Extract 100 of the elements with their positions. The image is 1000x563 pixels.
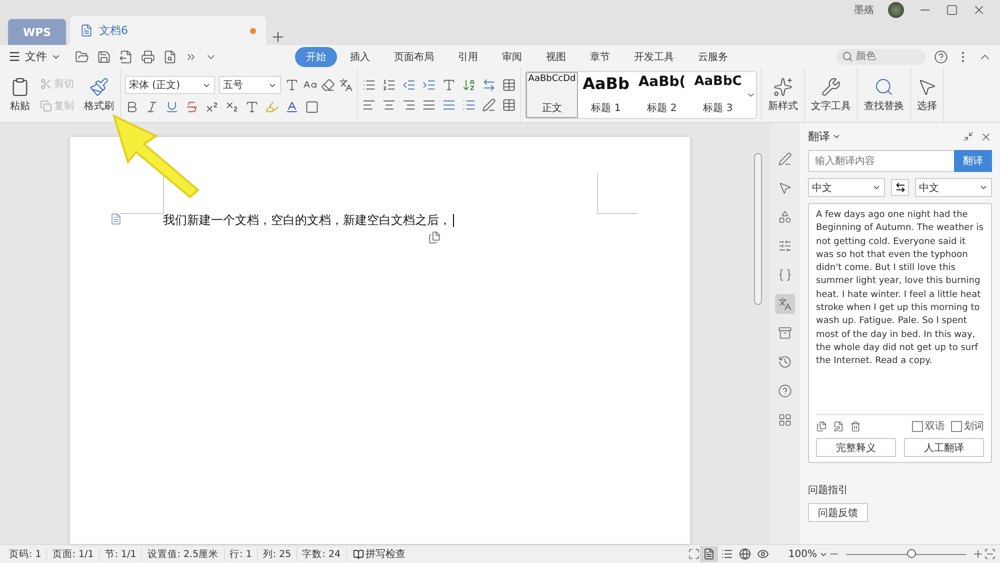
font-select[interactable]: 宋体 (正文) [125, 76, 215, 94]
eraser-icon[interactable] [321, 78, 335, 92]
ribbon-tab[interactable]: 插入 [339, 46, 381, 66]
edit-icon[interactable] [833, 420, 844, 432]
checkbox[interactable] [912, 420, 923, 432]
border-icon[interactable] [502, 98, 516, 112]
font-color-icon[interactable] [285, 100, 299, 114]
caret-icon [979, 183, 988, 192]
ribbon-tab[interactable]: 云服务 [687, 46, 739, 66]
status-item: 行: 1 [224, 548, 258, 560]
fullscreen-icon[interactable] [984, 548, 996, 560]
style-option[interactable]: AaBbCcDd 正文 [526, 72, 578, 118]
indent-icon[interactable] [422, 78, 436, 92]
strikethrough-icon[interactable] [185, 100, 199, 114]
trash-icon[interactable] [850, 420, 861, 432]
menu-icon [8, 50, 21, 63]
search-icon [842, 51, 853, 62]
close-icon[interactable] [980, 130, 992, 142]
ribbon-tab[interactable]: 引用 [447, 46, 489, 66]
status-item: 页面: 1/1 [47, 548, 100, 560]
ribbon-tool-button[interactable]: 新样式 [766, 77, 800, 113]
cursor-icon [917, 77, 937, 97]
paste-options-icon[interactable] [428, 231, 441, 244]
document-icon [80, 24, 93, 37]
subscript-icon[interactable] [225, 100, 239, 114]
close-icon[interactable] [972, 3, 986, 17]
ribbon-tool-button[interactable]: 查找替换 [862, 77, 906, 113]
align-center-icon[interactable] [382, 98, 396, 112]
target-language-select[interactable]: 中文 [915, 178, 992, 197]
font-size-select[interactable]: 五号 [219, 76, 281, 94]
option-checkbox[interactable]: 划词 [951, 419, 984, 433]
search-icon [874, 77, 894, 97]
sort-icon[interactable] [462, 78, 476, 92]
ribbon-tool-button[interactable]: 选择 [915, 77, 939, 113]
superscript-icon[interactable] [205, 100, 219, 114]
wrench-icon [821, 77, 841, 97]
feedback-button[interactable]: 问题反馈 [808, 503, 868, 522]
section-title: 问题指引 [808, 484, 849, 497]
new-tab-icon[interactable] [270, 29, 286, 45]
zoom-in-icon[interactable] [972, 548, 984, 560]
outdent-icon[interactable] [402, 78, 416, 92]
caret-icon [832, 132, 841, 141]
paste-button[interactable]: 粘贴 [8, 77, 32, 113]
source-language-select[interactable]: 中文 [808, 178, 885, 197]
preview-icon[interactable] [163, 50, 177, 64]
style-option[interactable]: AaBb 标题 1 [578, 72, 634, 118]
avatar[interactable] [888, 2, 904, 18]
ribbon-tab[interactable]: 开发工具 [623, 46, 685, 66]
justify-icon[interactable] [422, 98, 436, 112]
distribute-icon[interactable] [442, 98, 456, 112]
panel-title[interactable]: 翻译 [808, 129, 841, 144]
brush-icon [89, 77, 109, 97]
document-tab[interactable]: 文档6 [70, 16, 266, 45]
collapse-panel-icon[interactable] [963, 131, 974, 142]
scissors-icon [40, 78, 52, 90]
export-icon[interactable] [119, 50, 133, 64]
status-item: 设置值: 2.5厘米 [142, 548, 225, 560]
page-view-icon[interactable] [700, 546, 718, 562]
ribbon-tab[interactable]: 章节 [579, 46, 621, 66]
translate-input[interactable]: 输入翻译内容 [808, 150, 954, 172]
numbered-list-icon[interactable] [382, 78, 396, 92]
save-icon[interactable] [97, 50, 111, 64]
ribbon-tool-button[interactable]: 文字工具 [809, 77, 853, 113]
zoom-thumb[interactable] [906, 549, 916, 558]
action-button[interactable]: 人工翻译 [904, 438, 984, 457]
fit-icon[interactable] [688, 548, 700, 560]
file-menu[interactable]: 文件 [8, 49, 61, 64]
help-icon[interactable] [934, 50, 948, 64]
document-text: 我们新建一个文档，空白的文档，新建空白文档之后， [163, 212, 454, 229]
ribbon-tab[interactable]: 视图 [535, 46, 577, 66]
format-painter-button[interactable]: 格式刷 [82, 77, 116, 113]
print-icon[interactable] [141, 50, 155, 64]
translate-button[interactable]: 翻译 [954, 150, 992, 172]
action-button[interactable]: 完整释义 [816, 438, 896, 457]
spell-check-button[interactable]: 拼写检查 [352, 547, 406, 561]
align-left-icon[interactable] [362, 98, 376, 112]
align-right-icon[interactable] [402, 98, 416, 112]
caret-icon [872, 183, 881, 192]
style-option[interactable]: AaBb( 标题 2 [634, 72, 690, 118]
copy-icon[interactable] [816, 420, 827, 432]
spacing-icon[interactable] [482, 78, 496, 92]
user-name[interactable]: 墨殇 [854, 3, 874, 17]
style-option[interactable]: AaBbC 标题 3 [690, 72, 746, 118]
option-checkbox[interactable]: 双语 [912, 419, 945, 433]
underline-icon[interactable] [165, 100, 179, 114]
translation-text: A few days ago one night had the Beginning of Autumn. The weather is not getting cold. Everyone said it was so hot that even the typhoon didn't come. But I still love this summer light year, love this burning heat. I hate winter. I feel a little heat stroke when I get up this morning to wash up. Fatigue. Pale. So I spent most of the day in bed. In this way, the whole day did not get up to surf the Internet. Read a copy. [816, 209, 984, 368]
bold-icon[interactable] [125, 100, 139, 114]
crop-mark [597, 173, 638, 214]
ribbon-tab[interactable]: 页面布局 [383, 46, 445, 66]
zoom-select[interactable]: 100% [788, 548, 828, 560]
open-icon[interactable] [75, 50, 89, 64]
maximize-icon[interactable] [946, 4, 958, 16]
table-icon[interactable] [502, 78, 516, 92]
ribbon-tab[interactable]: 开始 [295, 46, 337, 66]
swap-button[interactable] [891, 179, 909, 196]
scrollbar[interactable] [754, 153, 762, 305]
italic-icon[interactable] [145, 100, 159, 114]
ribbon-tab[interactable]: 审阅 [491, 46, 533, 66]
translate-icon[interactable] [775, 294, 795, 314]
checkbox[interactable] [951, 420, 962, 432]
